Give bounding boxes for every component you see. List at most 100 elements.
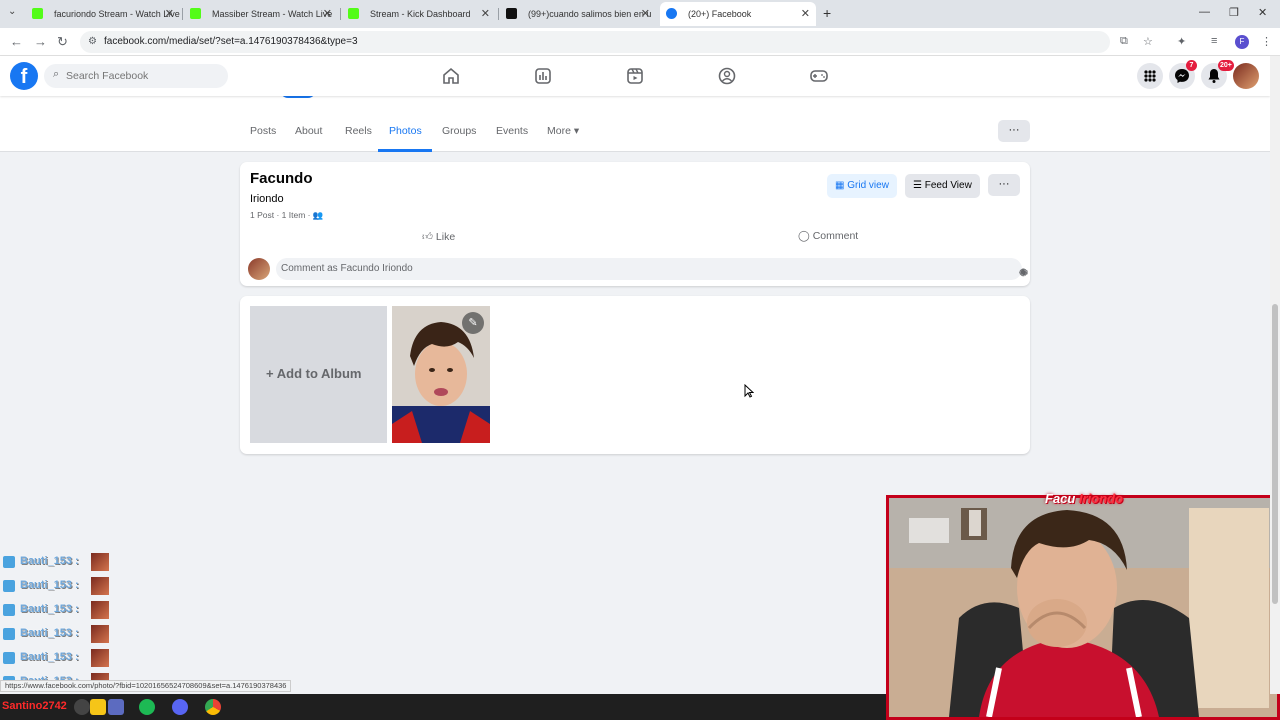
gaming-icon[interactable] xyxy=(809,66,829,86)
facebook-logo[interactable]: f xyxy=(10,62,38,90)
groups-icon[interactable] xyxy=(717,66,737,86)
tab-events[interactable]: Events xyxy=(496,125,528,137)
kick-icon xyxy=(190,8,201,19)
feed-view-button[interactable]: ☰ Feed View xyxy=(905,174,980,198)
search-taskbar-icon[interactable] xyxy=(74,699,90,715)
chat-message: Bauti_153 : xyxy=(0,624,115,644)
tab-about[interactable]: About xyxy=(295,125,322,137)
tab-groups[interactable]: Groups xyxy=(442,125,476,137)
back-icon[interactable]: ← xyxy=(10,34,23,49)
chat-emote xyxy=(91,625,109,643)
menu-button[interactable] xyxy=(1137,63,1163,89)
tab-more[interactable]: More ▾ xyxy=(547,125,579,137)
close-icon[interactable]: ✕ xyxy=(481,7,490,20)
add-to-album-label: + Add to Album xyxy=(266,366,361,381)
chat-message: Bauti_153 : xyxy=(0,552,115,572)
commenter-avatar xyxy=(248,258,270,280)
browser-tab-5[interactable]: (20+) Facebook ✕ xyxy=(660,2,816,26)
chat-emote xyxy=(91,577,109,595)
album-photos-card: + Add to Album ✎ xyxy=(240,296,1030,454)
active-tab-indicator xyxy=(378,149,432,152)
close-icon[interactable]: ✕ xyxy=(641,7,650,20)
stream-chat-overlay: Bauti_153 : Bauti_153 : Bauti_153 : Baut… xyxy=(0,538,115,694)
chat-emote xyxy=(91,601,109,619)
tab-photos[interactable]: Photos xyxy=(389,125,422,137)
new-tab-icon[interactable]: + xyxy=(823,5,831,21)
grid-icon: ▦ xyxy=(835,180,845,191)
like-label: Like xyxy=(435,231,456,243)
profile-more-button[interactable]: ··· xyxy=(998,120,1030,142)
search-input[interactable] xyxy=(66,67,216,85)
tab-separator xyxy=(340,8,341,20)
browser-profile-avatar[interactable]: F xyxy=(1235,35,1249,49)
facebook-header: f ⌕ Search Facebook 7 20+ xyxy=(0,56,1270,96)
tab-title: facuriondo Stream - Watch Live xyxy=(54,9,180,19)
album-owner[interactable]: Iriondo xyxy=(250,193,284,205)
like-button[interactable]: 👍︎ Like xyxy=(422,230,455,243)
edit-pencil-icon[interactable]: ✎ xyxy=(462,312,484,334)
facebook-icon xyxy=(666,8,677,19)
spotify-icon[interactable] xyxy=(139,699,155,715)
app-taskbar-icon[interactable] xyxy=(108,699,124,715)
address-bar: ← → ↻ ⚙ facebook.com/media/set/?set=a.14… xyxy=(0,28,1280,56)
home-icon[interactable] xyxy=(441,66,461,86)
friends-audience-icon: 👥 xyxy=(312,210,324,220)
tab-separator xyxy=(498,8,499,20)
profile-tabs-bar: Posts About Reels Photos Groups Events M… xyxy=(0,96,1270,152)
browser-tab-4[interactable]: (99+)cuando salimos bien en u ✕ xyxy=(500,2,656,26)
grid-view-button[interactable]: ▦ Grid view xyxy=(827,174,897,198)
webcam-overlay xyxy=(886,495,1280,720)
forward-icon[interactable]: → xyxy=(34,34,47,49)
extensions-icon[interactable]: ✦ xyxy=(1177,35,1186,48)
mouse-cursor-icon xyxy=(744,384,754,398)
grid-menu-icon xyxy=(1144,70,1156,82)
search-box[interactable]: ⌕ xyxy=(44,64,228,88)
album-more-button[interactable]: ··· xyxy=(988,174,1020,196)
close-window-icon[interactable]: ✕ xyxy=(1258,6,1267,19)
chat-badge-icon xyxy=(3,628,15,640)
browser-tab-2[interactable]: Massiber Stream - Watch Live ✕ xyxy=(184,2,338,26)
comment-input[interactable]: Comment as Facundo Iriondo ☺ ☺ ◉ ▭ ◈ xyxy=(276,258,1029,280)
close-icon[interactable]: ✕ xyxy=(801,7,810,20)
folder-taskbar-icon[interactable] xyxy=(90,699,106,715)
pages-icon[interactable] xyxy=(533,66,553,86)
close-icon[interactable]: ✕ xyxy=(165,7,174,20)
minimize-icon[interactable]: — xyxy=(1199,6,1210,18)
chrome-icon[interactable] xyxy=(205,699,221,715)
bookmark-star-icon[interactable]: ☆ xyxy=(1143,35,1153,48)
site-info-icon[interactable]: ⚙ xyxy=(88,36,97,47)
list-icon: ☰ xyxy=(913,180,922,191)
sticker-icon[interactable]: ◈ xyxy=(1019,267,1033,278)
tab-posts[interactable]: Posts xyxy=(250,125,276,137)
album-photo[interactable]: ✎ xyxy=(392,306,490,443)
chat-badge-icon xyxy=(3,652,15,664)
url-field[interactable]: ⚙ facebook.com/media/set/?set=a.14761903… xyxy=(80,31,1110,53)
tab-reels[interactable]: Reels xyxy=(345,125,372,137)
webcam-title-first: Facu xyxy=(1045,491,1076,506)
tab-title: (20+) Facebook xyxy=(688,9,752,19)
browser-tab-3[interactable]: Stream - Kick Dashboard ✕ xyxy=(342,2,496,26)
close-icon[interactable]: ✕ xyxy=(323,7,332,20)
comment-composer: Comment as Facundo Iriondo ☺ ☺ ◉ ▭ ◈ xyxy=(248,258,1029,282)
tab-list-icon[interactable]: ⌄ xyxy=(8,6,16,17)
tab-title: Stream - Kick Dashboard xyxy=(370,9,471,19)
restore-icon[interactable]: ❐ xyxy=(1229,6,1239,19)
chat-badge-icon xyxy=(3,556,15,568)
chat-badge-icon xyxy=(3,580,15,592)
browser-tab-1[interactable]: facuriondo Stream - Watch Live ✕ xyxy=(26,2,180,26)
page-scrollbar[interactable] xyxy=(1270,56,1280,694)
grid-view-label: Grid view xyxy=(847,180,889,191)
video-icon[interactable] xyxy=(625,66,645,86)
comment-button[interactable]: ◯ Comment xyxy=(798,230,858,242)
add-to-album-tile[interactable]: + Add to Album xyxy=(250,306,387,443)
scrollbar-thumb[interactable] xyxy=(1272,304,1278,604)
chat-username: Bauti_153 : xyxy=(20,555,79,567)
chat-emote xyxy=(91,649,109,667)
discord-icon[interactable] xyxy=(172,699,188,715)
browser-menu-icon[interactable]: ⋮ xyxy=(1261,35,1272,48)
install-app-icon[interactable]: ⧉ xyxy=(1120,35,1128,48)
account-avatar[interactable] xyxy=(1233,63,1259,89)
reload-icon[interactable]: ↻ xyxy=(57,34,68,50)
media-control-icon[interactable]: ≡ xyxy=(1211,35,1217,47)
chat-username: Bauti_153 : xyxy=(20,579,79,591)
